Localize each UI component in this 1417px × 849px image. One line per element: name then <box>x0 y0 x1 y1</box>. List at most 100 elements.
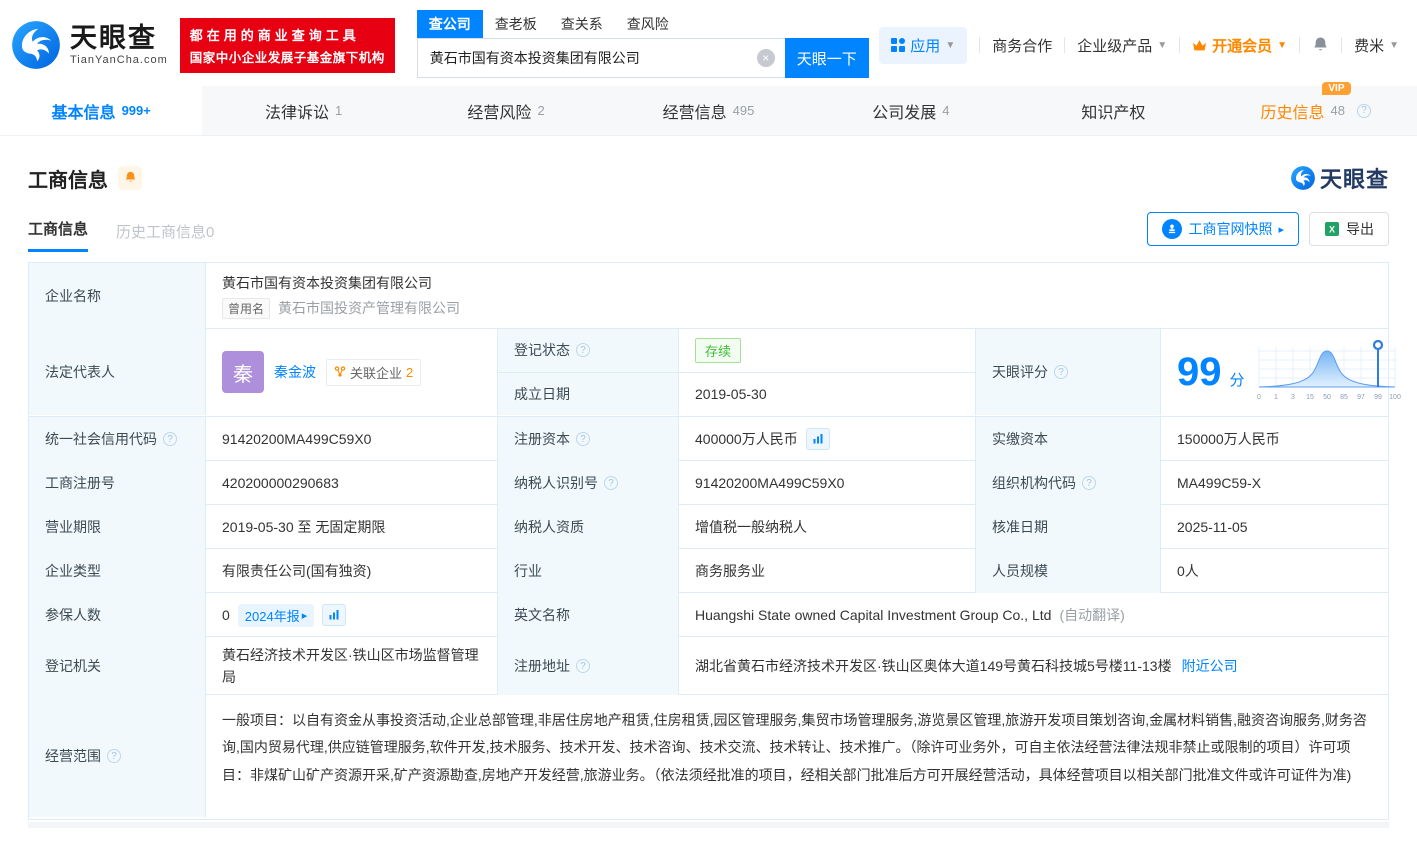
help-icon[interactable]: ? <box>576 432 590 446</box>
table-row-legal-rep: 法定代表人 秦 秦金波 关联企业 2 登记状态 ? 存续 成立日期 2019-0… <box>29 329 1400 417</box>
related-label: 关联企业 <box>350 365 403 381</box>
divider <box>28 822 1389 828</box>
excel-icon: X <box>1325 222 1339 236</box>
table-row-company-type: 企业类型 有限责任公司(国有独资) 行业 商务服务业 人员规模 0人 <box>29 549 1388 593</box>
reg-status-label: 登记状态 <box>514 342 570 359</box>
score-value: 99 <box>1177 350 1222 394</box>
search-tab-relation[interactable]: 查关系 <box>549 10 615 38</box>
watermark-logo: 天眼查 <box>1290 162 1389 194</box>
tab-label: 基本信息 <box>51 104 116 122</box>
nav-cooperation[interactable]: 商务合作 <box>992 35 1052 56</box>
address-value: 湖北省黄石市经济技术开发区·铁山区奥体大道149号黄石科技城5号楼11-13楼 <box>695 658 1172 674</box>
nav-user-label: 费米 <box>1354 37 1385 55</box>
help-icon[interactable]: ? <box>576 659 590 673</box>
site-logo[interactable]: 天眼查 TianYanCha.com <box>10 19 168 71</box>
help-icon[interactable]: ? <box>1054 365 1068 379</box>
nearby-companies-link[interactable]: 附近公司 <box>1182 656 1238 676</box>
help-icon[interactable]: ? <box>1356 103 1371 118</box>
search-button[interactable]: 天眼一下 <box>784 38 869 78</box>
help-icon[interactable]: ? <box>163 432 177 446</box>
help-icon[interactable]: ? <box>107 749 121 763</box>
nav-apps[interactable]: 应用 ▼ <box>879 26 968 64</box>
official-snapshot-button[interactable]: 工商官网快照 ▸ <box>1147 212 1299 246</box>
search-tabs: 查公司 查老板 查关系 查风险 <box>416 10 869 38</box>
slogan-line1: 都在用的商业查询工具 <box>189 27 360 43</box>
tianyancha-logo-icon <box>1291 166 1315 190</box>
scope-label: 经营范围 <box>45 748 101 764</box>
former-name-value: 黄石市国投资产管理有限公司 <box>278 300 461 316</box>
establish-date-label: 成立日期 <box>498 372 679 415</box>
help-icon[interactable]: ? <box>604 476 618 490</box>
credit-code-label: 统一社会信用代码 <box>45 431 157 447</box>
search-area: 查公司 查老板 查关系 查风险 × 天眼一下 <box>416 10 869 78</box>
nav-cooperation-label: 商务合作 <box>992 37 1053 55</box>
search-input[interactable] <box>416 38 785 78</box>
establish-date-value: 2019-05-30 <box>679 372 976 415</box>
legal-rep-label: 法定代表人 <box>29 329 206 415</box>
tab-label: 经营信息 <box>662 104 727 122</box>
tab-label: 历史信息 <box>1260 104 1325 122</box>
reg-number-value: 420200000290683 <box>206 461 498 505</box>
svg-text:85: 85 <box>1340 394 1348 401</box>
notification-bell-button[interactable] <box>1312 37 1329 54</box>
business-info-table: 企业名称 黄石市国有资本投资集团有限公司 曾用名 黄石市国投资产管理有限公司 法… <box>28 262 1400 820</box>
paid-capital-value: 150000万人民币 <box>1177 431 1280 447</box>
help-icon[interactable]: ? <box>576 343 590 358</box>
arrow-right-icon: ▸ <box>1278 223 1284 236</box>
related-companies-tag[interactable]: 关联企业 2 <box>326 358 422 386</box>
subtab-business-info[interactable]: 工商信息 <box>28 218 89 252</box>
tab-basic-info[interactable]: 基本信息 999+ <box>0 86 203 135</box>
chevron-down-icon: ▼ <box>1157 39 1168 51</box>
svg-text:0: 0 <box>1257 394 1261 401</box>
tab-label: 法律诉讼 <box>265 104 330 122</box>
legal-rep-value-cell: 秦 秦金波 关联企业 2 <box>206 329 498 415</box>
tab-legal-litigation[interactable]: 法律诉讼 1 <box>202 86 404 135</box>
business-term-label: 营业期限 <box>29 505 206 549</box>
auto-translate-note: (自动翻译) <box>1059 607 1125 623</box>
bell-icon <box>125 171 135 182</box>
score-label-cell: 天眼评分 ? <box>976 329 1161 415</box>
insured-chart-button[interactable] <box>322 604 347 626</box>
search-tab-risk[interactable]: 查风险 <box>615 10 681 38</box>
english-name-value-cell: Huangshi State owned Capital Investment … <box>679 593 1388 637</box>
paid-capital-label: 实缴资本 <box>976 417 1161 461</box>
subtab-history-business-info[interactable]: 历史工商信息0 <box>116 221 214 252</box>
score-unit: 分 <box>1229 371 1245 389</box>
divider <box>1299 37 1301 53</box>
tab-company-development[interactable]: 公司发展 4 <box>810 86 1012 135</box>
address-label: 注册地址 <box>514 658 570 674</box>
org-code-label-cell: 组织机构代码 ? <box>976 461 1161 505</box>
tab-count: 1 <box>335 103 343 118</box>
english-name-label: 英文名称 <box>498 593 679 637</box>
export-button[interactable]: X 导出 <box>1309 212 1389 246</box>
tab-history-info[interactable]: 历史信息 VIP 48 ? <box>1215 81 1417 135</box>
svg-text:1: 1 <box>1274 394 1278 401</box>
help-icon[interactable]: ? <box>1082 476 1096 490</box>
monitor-bell-button[interactable] <box>118 166 142 190</box>
score-distribution-chart[interactable]: 0 1 3 15 50 85 97 99 100 <box>1253 337 1403 407</box>
legal-rep-name-link[interactable]: 秦金波 <box>274 362 316 382</box>
nav-open-vip[interactable]: 开通会员 ▼ <box>1192 35 1287 56</box>
search-tab-boss[interactable]: 查老板 <box>483 10 549 38</box>
export-label: 导出 <box>1346 221 1374 237</box>
avatar[interactable]: 秦 <box>222 351 264 393</box>
tab-operation-info[interactable]: 经营信息 495 <box>607 86 809 135</box>
capital-chart-button[interactable] <box>805 428 830 450</box>
slogan-line2: 国家中小企业发展子基金旗下机构 <box>189 50 385 65</box>
approval-date-value: 2025-11-05 <box>1177 519 1248 535</box>
tab-count: 2 <box>537 103 545 118</box>
scope-value: 一般项目：以自有资金从事投资活动,企业总部管理,非居住房地产租赁,住房租赁,园区… <box>222 712 1367 783</box>
stamp-icon <box>1162 219 1183 239</box>
clear-search-icon[interactable]: × <box>756 49 775 67</box>
annual-report-tag[interactable]: 2024年报 ▸ <box>237 603 315 627</box>
address-label-cell: 注册地址 ? <box>498 637 679 695</box>
tab-operation-risk[interactable]: 经营风险 2 <box>405 86 607 135</box>
bar-chart-icon <box>813 434 823 444</box>
company-name-label: 企业名称 <box>29 263 206 329</box>
tab-intellectual-property[interactable]: 知识产权 <box>1012 86 1214 135</box>
nav-user-menu[interactable]: 费米 ▼ <box>1354 35 1399 56</box>
table-row-business-term: 营业期限 2019-05-30 至 无固定期限 纳税人资质 增值税一般纳税人 核… <box>29 505 1388 549</box>
nav-enterprise-products[interactable]: 企业级产品 ▼ <box>1077 35 1167 56</box>
search-tab-company[interactable]: 查公司 <box>416 10 483 38</box>
tab-label: 经营风险 <box>467 104 532 122</box>
